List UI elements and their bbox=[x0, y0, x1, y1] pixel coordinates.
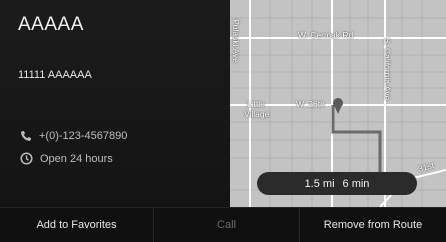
place-name: AAAAA bbox=[18, 14, 84, 35]
map-label-village: Village bbox=[244, 109, 270, 119]
map-label-little: Little bbox=[247, 99, 265, 109]
place-address: 11111 AAAAAA bbox=[18, 69, 92, 81]
route-duration: 6 min bbox=[342, 177, 370, 190]
map-label-california: S. California Ave bbox=[382, 37, 393, 101]
map-label-cermak: W. Cermak Rd bbox=[298, 30, 354, 40]
hours-row: Open 24 hours bbox=[20, 152, 113, 165]
action-bar: Add to Favorites Call Remove from Route bbox=[0, 207, 446, 242]
route-summary-pill: 1.5 mi 6 min bbox=[257, 172, 417, 195]
clock-icon bbox=[20, 152, 33, 165]
add-to-favorites-button[interactable]: Add to Favorites bbox=[0, 208, 154, 242]
remove-from-route-button[interactable]: Remove from Route bbox=[300, 208, 446, 242]
phone-icon bbox=[21, 131, 31, 141]
place-details-panel: AAAAA 11111 AAAAAA +(0)-123-4567890 Open… bbox=[0, 0, 230, 207]
phone-row[interactable]: +(0)-123-4567890 bbox=[20, 130, 127, 142]
route-distance: 1.5 mi bbox=[304, 177, 335, 190]
map-label-26th: W. 26th bbox=[296, 99, 325, 109]
call-button[interactable]: Call bbox=[154, 208, 300, 242]
map-label-pulaski: Pulaski Ave bbox=[230, 19, 241, 63]
opening-hours: Open 24 hours bbox=[40, 152, 113, 165]
phone-number: +(0)-123-4567890 bbox=[39, 130, 128, 142]
